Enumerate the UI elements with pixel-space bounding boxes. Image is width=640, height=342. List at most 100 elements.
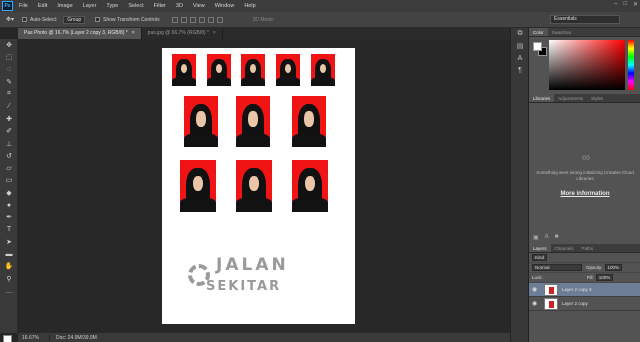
- watermark-line1: JALAN: [216, 255, 289, 275]
- eye-icon[interactable]: ◉: [532, 286, 540, 293]
- menu-image[interactable]: Image: [57, 3, 72, 9]
- color-field[interactable]: [549, 40, 625, 90]
- pas-photo-small: [276, 54, 300, 86]
- opacity-label: Opacity:: [586, 265, 603, 270]
- auto-select-checkbox[interactable]: [22, 17, 27, 22]
- menu-layer[interactable]: Layer: [83, 3, 97, 9]
- align-buttons: [171, 16, 223, 23]
- align-center-icon[interactable]: [207, 16, 214, 23]
- close-icon[interactable]: ×: [213, 30, 216, 36]
- layer-kind-filter[interactable]: Kind: [532, 254, 548, 261]
- foreground-color-chip[interactable]: [533, 42, 542, 51]
- path-selection-tool-icon[interactable]: ➤: [0, 236, 18, 248]
- align-middle-icon[interactable]: [180, 16, 187, 23]
- gradient-tool-icon[interactable]: ▭: [0, 174, 18, 186]
- menu-bar: Ps File Edit Image Layer Type Select Fil…: [0, 0, 640, 12]
- lasso-tool-icon[interactable]: ◌: [0, 64, 18, 76]
- healing-brush-tool-icon[interactable]: ✚: [0, 113, 18, 125]
- libraries-actions: ▣ A ■: [533, 234, 558, 241]
- tab-libraries[interactable]: Libraries: [529, 94, 555, 102]
- eye-icon[interactable]: ◉: [532, 300, 540, 307]
- clone-stamp-tool-icon[interactable]: ⊥: [0, 137, 18, 149]
- menu-help[interactable]: Help: [244, 3, 255, 9]
- crop-tool-icon[interactable]: ⌗: [0, 88, 18, 100]
- hand-tool-icon[interactable]: ✋: [0, 260, 18, 272]
- type-tool-icon[interactable]: T: [0, 223, 18, 235]
- zoom-level[interactable]: 16.67%: [18, 334, 50, 341]
- tab-color[interactable]: Color: [529, 28, 548, 36]
- layers-panel: Layers Channels Paths Kind Normal Opacit…: [528, 244, 640, 342]
- history-panel-icon[interactable]: ⧉: [511, 28, 529, 40]
- character-panel-icon[interactable]: A: [511, 52, 529, 64]
- paragraph-panel-icon[interactable]: ¶: [511, 64, 529, 76]
- menu-file[interactable]: File: [19, 3, 28, 9]
- tab-paths[interactable]: Paths: [578, 244, 598, 252]
- window-controls: – □ ✕: [614, 1, 638, 8]
- menu-edit[interactable]: Edit: [38, 3, 47, 9]
- menu-select[interactable]: Select: [128, 3, 143, 9]
- move-tool-preset-icon[interactable]: ✥▾: [6, 16, 22, 23]
- tab-swatches[interactable]: Swatches: [548, 28, 576, 36]
- workspace-switcher[interactable]: Essentials: [550, 15, 620, 24]
- rectangle-tool-icon[interactable]: ▬: [0, 248, 18, 260]
- pas-photo-large: [236, 96, 270, 147]
- layers-panel-tabs: Layers Channels Paths: [529, 244, 640, 253]
- watermark-line2: SEKITAR: [206, 279, 282, 294]
- close-icon[interactable]: ×: [132, 30, 135, 36]
- align-left-icon[interactable]: [198, 16, 205, 23]
- close-icon[interactable]: ✕: [633, 1, 638, 8]
- tab-layers[interactable]: Layers: [529, 244, 551, 252]
- lock-row: Lock: Fill: 100%: [529, 273, 640, 283]
- maximize-icon[interactable]: □: [623, 1, 627, 8]
- zoom-tool-icon[interactable]: ⚲: [0, 273, 18, 285]
- tab-pas-jpg[interactable]: pas.jpg @ 66.7% (RGB/8) * ×: [142, 28, 223, 39]
- tab-pas-photo[interactable]: Pas Photo @ 16.7% (Layer 2 copy 3, RGB/8…: [18, 28, 142, 39]
- marquee-tool-icon[interactable]: ⬚: [0, 51, 18, 63]
- tab-channels[interactable]: Channels: [551, 244, 578, 252]
- hue-slider[interactable]: [628, 40, 634, 90]
- libraries-panel: Libraries Adjustments Styles ∞ Something…: [528, 94, 640, 244]
- blend-mode-dropdown[interactable]: Normal: [532, 264, 582, 271]
- more-tools-icon[interactable]: …: [0, 285, 18, 297]
- quick-select-tool-icon[interactable]: ✎: [0, 76, 18, 88]
- fill-field[interactable]: 100%: [595, 274, 614, 281]
- eraser-tool-icon[interactable]: ▱: [0, 162, 18, 174]
- align-bottom-icon[interactable]: [189, 16, 196, 23]
- foreground-color-swatch[interactable]: [3, 335, 12, 342]
- minimize-icon[interactable]: –: [614, 1, 617, 8]
- eyedropper-tool-icon[interactable]: ⁄: [0, 100, 18, 112]
- tab-adjustments[interactable]: Adjustments: [554, 94, 587, 102]
- menu-type[interactable]: Type: [106, 3, 118, 9]
- dodge-tool-icon[interactable]: ●: [0, 199, 18, 211]
- add-text-icon[interactable]: A: [545, 234, 549, 241]
- align-right-icon[interactable]: [216, 16, 223, 23]
- lock-label: Lock:: [532, 275, 543, 280]
- opacity-field[interactable]: 100%: [604, 264, 623, 271]
- blur-tool-icon[interactable]: ◆: [0, 187, 18, 199]
- auto-select-label: Auto-Select:: [30, 16, 58, 23]
- menu-window[interactable]: Window: [215, 3, 235, 9]
- add-graphic-icon[interactable]: ▣: [533, 234, 539, 241]
- pas-photo-large: [184, 96, 218, 147]
- brush-tool-icon[interactable]: ✐: [0, 125, 18, 137]
- menu-filter[interactable]: Filter: [154, 3, 166, 9]
- history-brush-tool-icon[interactable]: ↺: [0, 150, 18, 162]
- show-transform-label: Show Transform Controls: [103, 16, 160, 23]
- align-top-icon[interactable]: [171, 16, 178, 23]
- show-transform-checkbox[interactable]: [95, 17, 101, 22]
- photoshop-logo: Ps: [2, 1, 13, 11]
- move-tool-icon[interactable]: ✥: [0, 39, 18, 51]
- properties-panel-icon[interactable]: ▤: [511, 40, 529, 52]
- layer-row[interactable]: ◉ Layer 2 copy: [529, 297, 640, 311]
- 3d-mode-label: 3D Mode:: [252, 16, 275, 23]
- pen-tool-icon[interactable]: ✒: [0, 211, 18, 223]
- menu-view[interactable]: View: [193, 3, 205, 9]
- document-tabs: Pas Photo @ 16.7% (Layer 2 copy 3, RGB/8…: [18, 28, 510, 39]
- more-information-link[interactable]: More information: [533, 191, 637, 197]
- add-color-icon[interactable]: ■: [555, 234, 559, 241]
- document-size: Doc: 24.9M/39.9M: [56, 334, 97, 341]
- layer-row[interactable]: ◉ Layer 2 copy 3: [529, 283, 640, 297]
- auto-select-dropdown[interactable]: Group: [63, 15, 86, 24]
- tab-styles[interactable]: Styles: [587, 94, 607, 102]
- menu-3d[interactable]: 3D: [176, 3, 183, 9]
